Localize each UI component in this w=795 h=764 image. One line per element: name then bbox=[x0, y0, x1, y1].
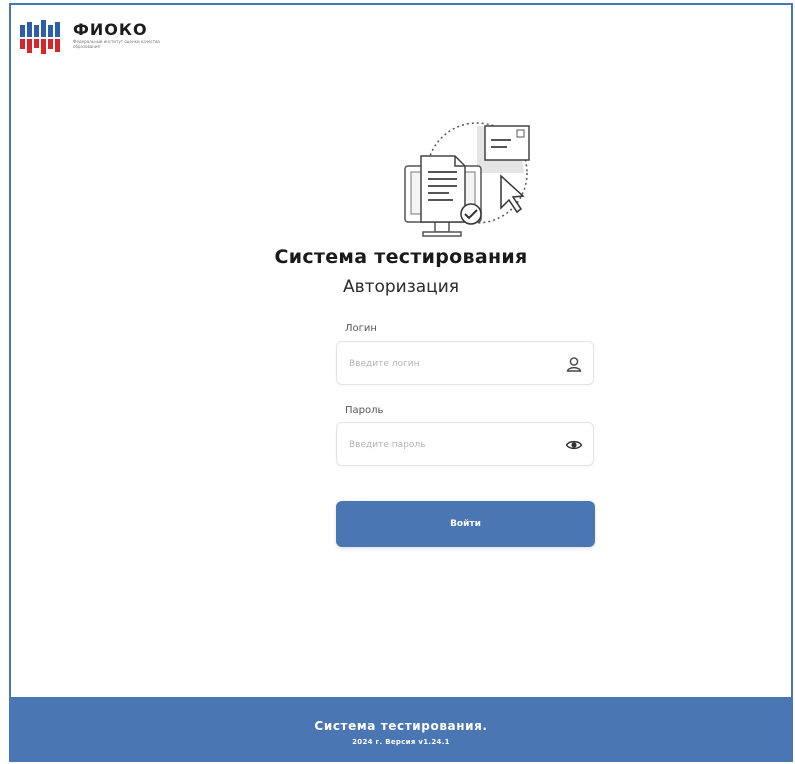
login-label: Логин bbox=[345, 323, 377, 334]
footer: Система тестирования. 2024 г. Версия v1.… bbox=[11, 697, 791, 760]
user-icon bbox=[566, 357, 582, 372]
fioko-logo: ФИОКО Федеральный институт оценки качест… bbox=[19, 19, 183, 57]
brand-name: ФИОКО bbox=[73, 20, 148, 39]
login-field[interactable] bbox=[336, 341, 594, 385]
fioko-logo-mark bbox=[20, 20, 60, 54]
login-input[interactable] bbox=[347, 354, 551, 374]
testing-illustration bbox=[404, 122, 530, 237]
eye-icon[interactable] bbox=[565, 436, 583, 454]
page-subtitle: Авторизация bbox=[342, 277, 460, 297]
footer-version: 2024 г. Версия v1.24.1 bbox=[352, 738, 450, 746]
password-field[interactable] bbox=[336, 422, 594, 466]
app-window: ФИОКО Федеральный институт оценки качест… bbox=[9, 3, 793, 762]
footer-title: Система тестирования. bbox=[314, 719, 488, 733]
login-button[interactable]: Войти bbox=[336, 501, 595, 547]
password-label: Пароль bbox=[345, 405, 384, 416]
page-title: Система тестирования bbox=[274, 246, 528, 268]
password-input[interactable] bbox=[347, 435, 551, 455]
brand-subtitle: Федеральный институт оценки качества обр… bbox=[73, 39, 160, 49]
